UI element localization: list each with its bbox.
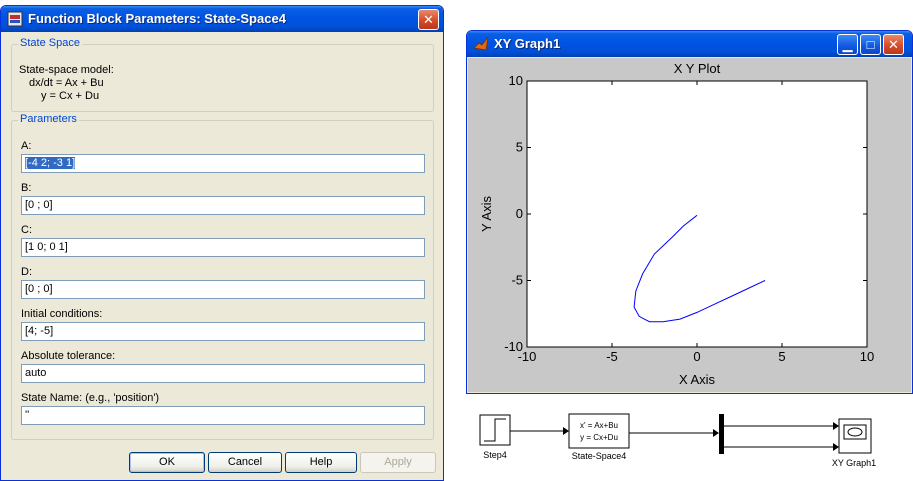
ss-equation2: y = Cx+Du [580, 433, 618, 442]
arrow-icon [833, 422, 839, 430]
signal-line-step[interactable] [510, 427, 569, 435]
xy-graph-label: XY Graph1 [832, 458, 876, 468]
signal-line-ss[interactable] [629, 429, 719, 437]
ss-equation1: x' = Ax+Bu [580, 421, 618, 430]
simulink-diagram: Step4 x' = Ax+Bu y = Cx+Du State-Space4 … [479, 413, 876, 468]
signal-line-x[interactable] [724, 422, 839, 430]
arrow-icon [833, 443, 839, 451]
state-space-block[interactable]: x' = Ax+Bu y = Cx+Du State-Space4 [568, 413, 630, 461]
ss-label: State-Space4 [572, 451, 627, 461]
demux-block[interactable] [719, 414, 724, 454]
arrow-icon [563, 427, 569, 435]
step-block[interactable]: Step4 [479, 414, 511, 460]
signal-line-y[interactable] [724, 443, 839, 451]
arrow-icon [713, 429, 719, 437]
step-label: Step4 [483, 450, 507, 460]
